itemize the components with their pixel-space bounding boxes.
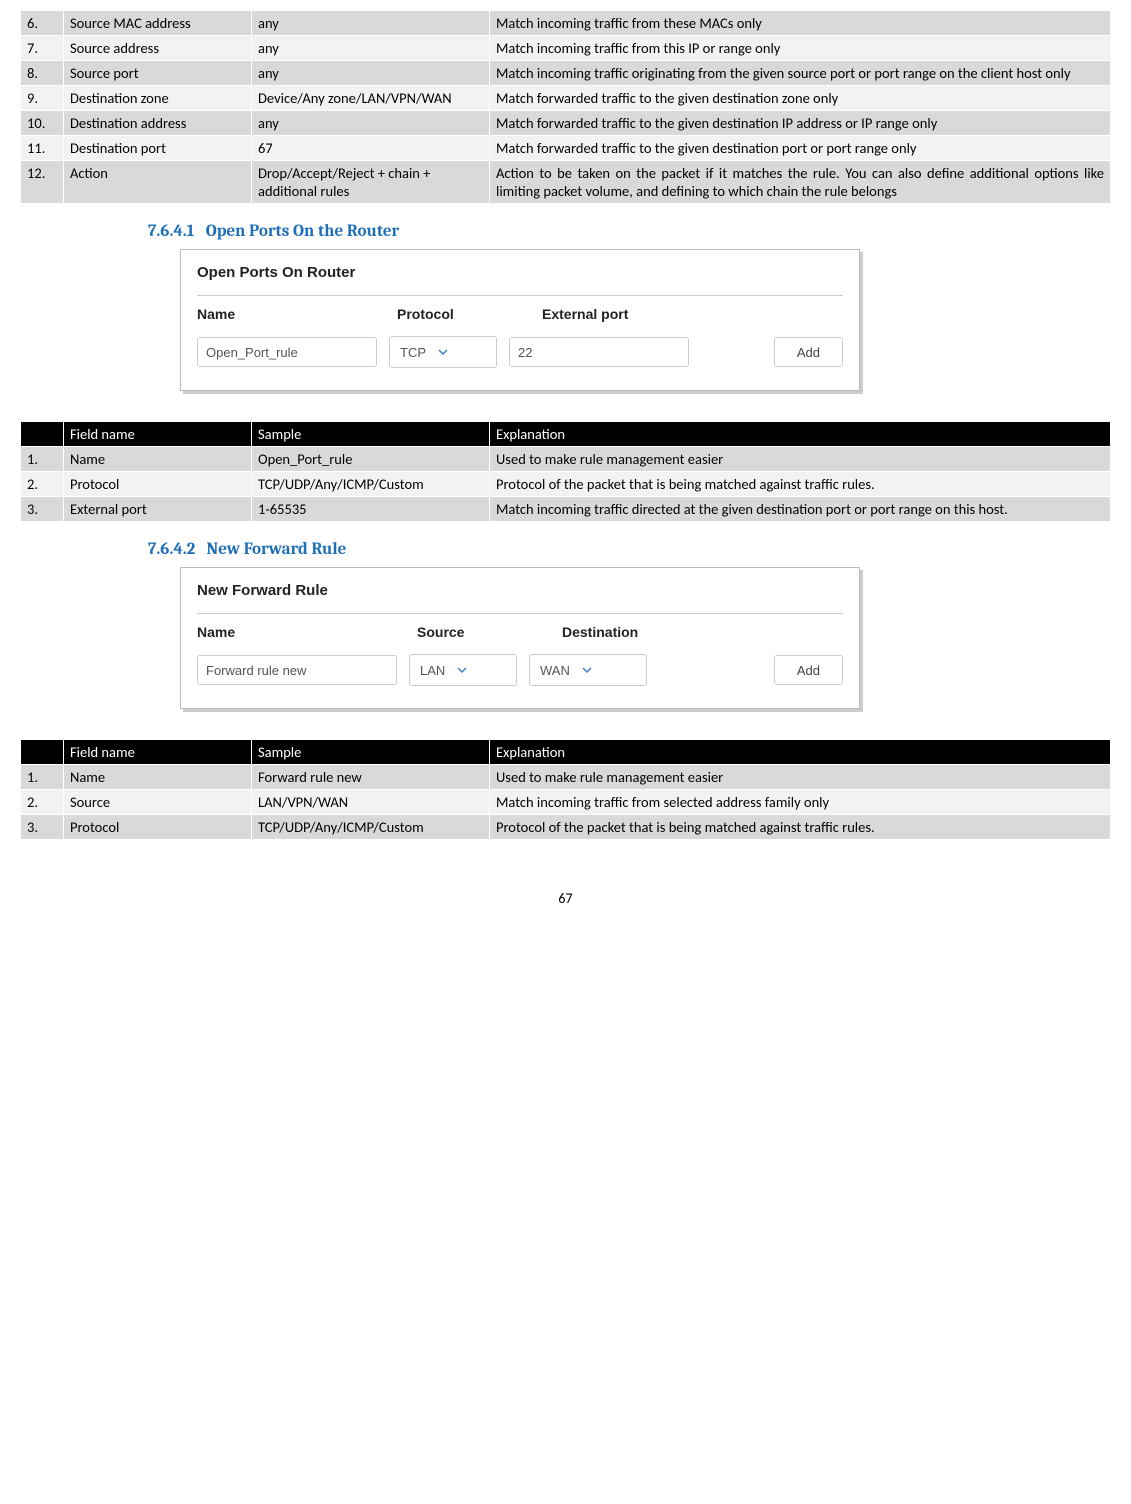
table-row: 3.ProtocolTCP/UDP/Any/ICMP/CustomProtoco… [21,815,1111,840]
table-row: 10.Destination addressanyMatch forwarded… [21,111,1111,136]
chevron-down-icon [436,345,450,359]
new-forward-fields-table: Field nameSampleExplanation 1.NameForwar… [20,739,1111,840]
section-title: New Forward Rule [207,540,347,559]
table-row: 8.Source portanyMatch incoming traffic o… [21,61,1111,86]
section-title: Open Ports On the Router [206,222,400,241]
table-header-row: Field nameSampleExplanation [21,422,1111,447]
label-protocol: Protocol [397,306,542,322]
header-explanation: Explanation [490,422,1111,447]
table-row: 9.Destination zoneDevice/Any zone/LAN/VP… [21,86,1111,111]
label-name: Name [197,306,397,322]
panel-row: TCP Add [197,336,843,368]
add-button[interactable]: Add [774,655,843,685]
panel-row: LAN WAN Add [197,654,843,686]
destination-value: WAN [540,663,570,678]
open-ports-fields-table: Field nameSampleExplanation 1.NameOpen_P… [20,421,1111,522]
name-input[interactable] [197,337,377,367]
destination-select[interactable]: WAN [529,654,647,686]
header-sample: Sample [252,422,490,447]
traffic-rules-table: 6.Source MAC addressanyMatch incoming tr… [20,10,1111,204]
panel-labels: Name Protocol External port [197,306,843,322]
panel-title: New Forward Rule [197,582,843,614]
header-sample: Sample [252,740,490,765]
cell-possible: any [252,11,490,36]
table-header-row: Field nameSampleExplanation [21,740,1111,765]
new-forward-panel: New Forward Rule Name Source Destination… [180,567,860,709]
source-select[interactable]: LAN [409,654,517,686]
table-row: 1.NameOpen_Port_ruleUsed to make rule ma… [21,447,1111,472]
table-row: 2.SourceLAN/VPN/WANMatch incoming traffi… [21,790,1111,815]
label-source: Source [417,624,562,640]
label-destination: Destination [562,624,638,640]
header-field: Field name [64,740,252,765]
source-value: LAN [420,663,445,678]
table-row: 11.Destination port67Match forwarded tra… [21,136,1111,161]
section-number: 7.6.4.1 [148,222,194,241]
cell-field: Source MAC address [64,11,252,36]
open-ports-panel: Open Ports On Router Name Protocol Exter… [180,249,860,391]
table-row: 2.ProtocolTCP/UDP/Any/ICMP/CustomProtoco… [21,472,1111,497]
protocol-value: TCP [400,345,426,360]
page-number: 67 [20,890,1111,907]
header-field: Field name [64,422,252,447]
section-heading-new-forward: 7.6.4.2 New Forward Rule [148,540,1111,559]
cell-num: 6. [21,11,64,36]
section-number: 7.6.4.2 [148,540,195,559]
external-port-input[interactable] [509,337,689,367]
label-name: Name [197,624,417,640]
label-external-port: External port [542,306,628,322]
table-row: 7.Source addressanyMatch incoming traffi… [21,36,1111,61]
protocol-select[interactable]: TCP [389,336,497,368]
table-row: 6.Source MAC addressanyMatch incoming tr… [21,11,1111,36]
section-heading-open-ports: 7.6.4.1 Open Ports On the Router [148,222,1111,241]
add-button[interactable]: Add [774,337,843,367]
chevron-down-icon [455,663,469,677]
panel-labels: Name Source Destination [197,624,843,640]
cell-desc: Match incoming traffic from these MACs o… [490,11,1111,36]
table-row: 3.External port1-65535Match incoming tra… [21,497,1111,522]
table-row: 1.NameForward rule newUsed to make rule … [21,765,1111,790]
chevron-down-icon [580,663,594,677]
table-row: 12.ActionDrop/Accept/Reject + chain + ad… [21,161,1111,204]
panel-title: Open Ports On Router [197,264,843,296]
header-explanation: Explanation [490,740,1111,765]
name-input[interactable] [197,655,397,685]
